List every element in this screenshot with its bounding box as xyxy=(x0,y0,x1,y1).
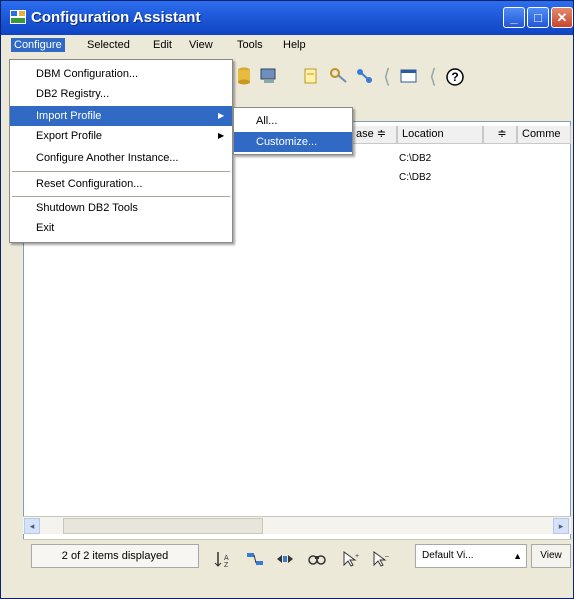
server-icon[interactable] xyxy=(259,67,279,85)
minimize-icon[interactable]: _ xyxy=(503,7,525,28)
toolbar: ⟨ ⟨ ? xyxy=(233,59,571,93)
table-cell-location: C:\DB2 xyxy=(399,172,432,183)
menu-item-export-profile[interactable]: Export Profile ▶ xyxy=(10,126,232,146)
menu-selected[interactable]: Selected xyxy=(87,39,130,51)
table-cell-location: C:\DB2 xyxy=(399,153,432,164)
sort-arrow-icon[interactable]: ≑ xyxy=(483,126,517,144)
window-title: Configuration Assistant xyxy=(31,9,201,26)
horizontal-scrollbar[interactable]: ◂ ▸ xyxy=(23,516,571,534)
columns-icon[interactable] xyxy=(275,550,295,568)
help-icon[interactable]: ? xyxy=(445,67,465,86)
view-button[interactable]: View xyxy=(531,544,571,568)
menu-item-reset-configuration[interactable]: Reset Configuration... xyxy=(10,174,232,194)
column-header-database[interactable]: ase ≑ xyxy=(351,126,397,144)
submenu-arrow-icon: ▶ xyxy=(218,111,225,120)
menu-item-configure-another-instance[interactable]: Configure Another Instance... xyxy=(10,148,232,168)
menu-separator xyxy=(12,171,230,172)
filter-icon[interactable] xyxy=(245,550,265,568)
view-select-value: Default Vi... xyxy=(422,550,474,561)
menu-view[interactable]: View xyxy=(189,39,213,51)
scroll-left-icon[interactable]: ◂ xyxy=(24,518,40,534)
submenu-item-customize[interactable]: Customize... xyxy=(234,132,352,152)
menu-tools[interactable]: Tools xyxy=(237,39,263,51)
title-bar[interactable]: Configuration Assistant _ □ ✕ xyxy=(1,1,573,35)
svg-text:+: + xyxy=(355,553,359,560)
menu-item-exit[interactable]: Exit xyxy=(10,218,232,238)
menu-item-import-profile[interactable]: Import Profile ▶ xyxy=(10,106,232,126)
submenu-item-all[interactable]: All... xyxy=(234,111,352,131)
connection-icon[interactable] xyxy=(355,67,375,85)
svg-text:Z: Z xyxy=(224,562,229,568)
sort-icon[interactable]: AZ xyxy=(213,550,233,569)
submenu-arrow-icon: ▶ xyxy=(218,131,225,140)
menu-separator xyxy=(12,196,230,197)
configure-menu: DBM Configuration... DB2 Registry... Imp… xyxy=(9,59,233,243)
menu-help[interactable]: Help xyxy=(283,39,306,51)
scroll-thumb[interactable] xyxy=(63,518,263,534)
menu-bar: Configure Selected Edit View Tools Help xyxy=(1,35,573,57)
menu-item-dbm-configuration[interactable]: DBM Configuration... xyxy=(10,64,232,84)
key-icon[interactable] xyxy=(329,67,349,85)
window-icon[interactable] xyxy=(399,67,419,85)
view-select[interactable]: Default Vi... ▲ xyxy=(415,544,527,568)
menu-configure[interactable]: Configure xyxy=(11,38,65,52)
svg-text:A: A xyxy=(224,555,229,562)
configuration-assistant-window: Configuration Assistant _ □ ✕ Configure … xyxy=(0,0,574,599)
svg-text:–: – xyxy=(385,553,389,560)
maximize-icon[interactable]: □ xyxy=(527,7,549,28)
select-all-icon[interactable]: + xyxy=(341,550,361,568)
import-profile-submenu: All... Customize... xyxy=(233,107,353,155)
column-header-comment[interactable]: Comme xyxy=(517,126,571,144)
toolbar-separator: ⟨ xyxy=(429,66,437,88)
deselect-icon[interactable]: – xyxy=(371,550,391,568)
items-count: 2 of 2 items displayed xyxy=(31,544,199,568)
status-bar: 2 of 2 items displayed AZ + – Default Vi… xyxy=(23,539,571,573)
svg-text:?: ? xyxy=(451,70,458,84)
document-icon[interactable] xyxy=(303,67,323,85)
app-icon xyxy=(10,10,26,24)
menu-item-shutdown-db2-tools[interactable]: Shutdown DB2 Tools xyxy=(10,198,232,218)
find-icon[interactable] xyxy=(307,550,327,568)
menu-edit[interactable]: Edit xyxy=(153,39,172,51)
dropdown-arrow-icon[interactable]: ▲ xyxy=(513,545,522,567)
database-icon[interactable] xyxy=(237,67,257,85)
close-icon[interactable]: ✕ xyxy=(551,7,573,28)
scroll-right-icon[interactable]: ▸ xyxy=(553,518,569,534)
toolbar-separator: ⟨ xyxy=(383,66,391,88)
column-header-location[interactable]: Location xyxy=(397,126,483,144)
menu-item-export-profile-label: Export Profile xyxy=(36,130,103,142)
menu-item-import-profile-label: Import Profile xyxy=(36,110,102,122)
menu-item-db2-registry[interactable]: DB2 Registry... xyxy=(10,84,232,104)
